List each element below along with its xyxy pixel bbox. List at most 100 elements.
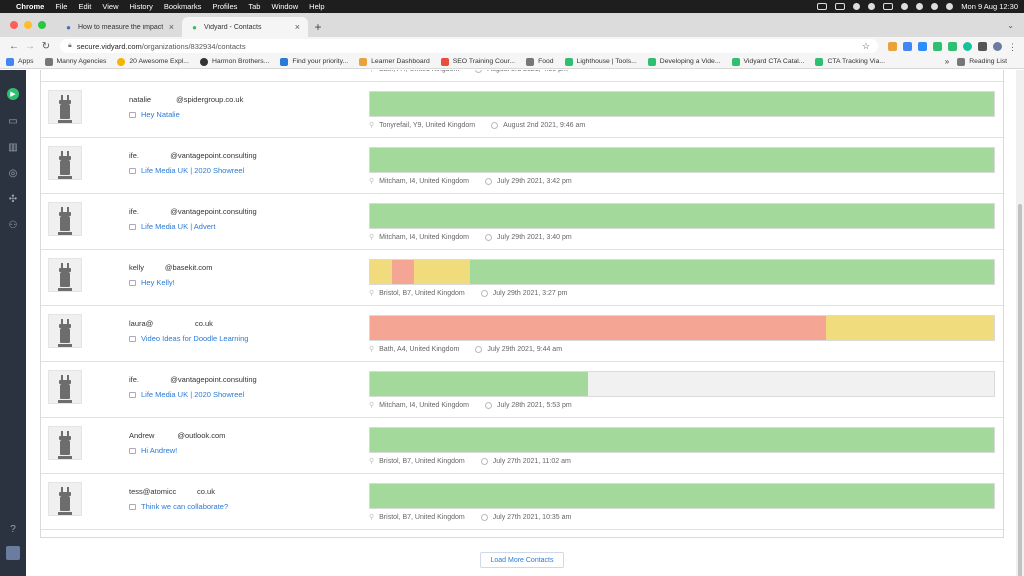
bookmark-item[interactable]: Food	[526, 57, 554, 66]
contact-row[interactable]: ife. @vantagepoint.consulting Life Media …	[41, 138, 1003, 194]
load-more-contacts-button[interactable]: Load More Contacts	[480, 552, 564, 568]
bookmark-item[interactable]: 20 Awesome Expl...	[117, 57, 189, 66]
menubar-clock[interactable]: Mon 9 Aug 12:30	[961, 2, 1018, 11]
bookmark-item[interactable]: Lighthouse | Tools...	[564, 57, 637, 66]
menu-view[interactable]: View	[102, 2, 118, 11]
video-link[interactable]: Video Ideas for Doodle Learning	[129, 334, 248, 343]
integrations-icon[interactable]: ✣	[6, 192, 20, 206]
bookmark-apps[interactable]: Apps	[6, 57, 34, 66]
menu-file[interactable]: File	[55, 2, 67, 11]
contact-email[interactable]: ife. @vantagepoint.consulting	[129, 151, 257, 160]
contact-row[interactable]: laura@ co.uk Video Ideas for Doodle Learn…	[41, 306, 1003, 362]
video-link[interactable]: Hey Kelly!	[129, 278, 175, 287]
vidyard-logo-icon[interactable]: ▶	[7, 88, 19, 100]
more-bookmarks-button[interactable]: »	[945, 57, 949, 66]
contact-row[interactable]: tess@atomicc co.uk Think we can collabora…	[41, 474, 1003, 530]
close-tab-icon[interactable]: ×	[169, 22, 174, 32]
extension-icon[interactable]	[903, 41, 912, 51]
video-title[interactable]: Life Media UK | 2020 Showreel	[141, 166, 244, 175]
wifi-icon[interactable]	[901, 3, 909, 10]
close-window-button[interactable]	[10, 21, 18, 29]
help-icon[interactable]: ?	[6, 522, 20, 536]
menu-edit[interactable]: Edit	[78, 2, 91, 11]
contact-email[interactable]: ife. @vantagepoint.consulting	[129, 207, 257, 216]
extension-icon[interactable]	[888, 41, 897, 51]
video-title[interactable]: Think we can collaborate?	[141, 502, 228, 511]
reading-list-button[interactable]: Reading List	[957, 57, 1007, 66]
videos-icon[interactable]: ▭	[6, 114, 20, 128]
vidyard-extension-icon[interactable]	[933, 41, 942, 51]
fingerprint-icon[interactable]: ◎	[6, 166, 20, 180]
bookmark-item[interactable]: Developing a Vide...	[647, 57, 721, 66]
camera-icon[interactable]	[835, 3, 846, 10]
lock-icon[interactable]: 🔒︎	[68, 42, 72, 50]
extensions-puzzle-icon[interactable]	[978, 41, 987, 51]
page-scrollbar[interactable]	[1016, 70, 1024, 576]
menu-profiles[interactable]: Profiles	[212, 2, 237, 11]
contact-row[interactable]: natalie @spidergroup.co.uk Hey Natalie ⚲ To…	[41, 82, 1003, 138]
address-bar[interactable]: 🔒︎ secure.vidyard.com /organizations/832…	[60, 39, 878, 53]
menu-history[interactable]: History	[130, 2, 153, 11]
contact-email[interactable]: laura@ co.uk	[129, 319, 213, 328]
video-link[interactable]: Life Media UK | 2020 Showreel	[129, 390, 244, 399]
team-icon[interactable]: ⚇	[6, 218, 20, 232]
grammarly-icon[interactable]	[963, 41, 972, 51]
bookmark-item[interactable]: Find your priority...	[280, 57, 348, 66]
forward-button[interactable]: →	[22, 41, 38, 52]
user-icon[interactable]	[931, 3, 939, 10]
video-link[interactable]: Hi Andrew!	[129, 446, 177, 455]
analytics-icon[interactable]: ▥	[6, 140, 20, 154]
bookmark-item[interactable]: Harmon Brothers...	[199, 57, 269, 66]
user-avatar[interactable]	[6, 546, 20, 560]
video-link[interactable]: Think we can collaborate?	[129, 502, 228, 511]
bookmark-item[interactable]: Manny Agencies	[44, 57, 106, 66]
more-menu-icon[interactable]: ⋮	[1008, 42, 1017, 52]
status-icon[interactable]	[853, 3, 861, 10]
close-tab-icon[interactable]: ×	[295, 22, 300, 32]
contact-email[interactable]: tess@atomicc co.uk	[129, 487, 215, 496]
contact-email[interactable]: ife. @vantagepoint.consulting	[129, 375, 257, 384]
menu-app-name[interactable]: Chrome	[16, 2, 44, 11]
video-title[interactable]: Life Media UK | 2020 Showreel	[141, 390, 244, 399]
video-link[interactable]: Life Media UK | 2020 Showreel	[129, 166, 244, 175]
bookmark-item[interactable]: CTA Tracking Via...	[815, 57, 885, 66]
tab-measure-impact[interactable]: ● How to measure the impact of ×	[56, 17, 182, 37]
screen-icon[interactable]	[817, 3, 828, 10]
contact-row[interactable]: ife. @vantagepoint.consulting Life Media …	[41, 362, 1003, 418]
zoom-extension-icon[interactable]	[918, 41, 927, 51]
contact-email[interactable]: natalie @spidergroup.co.uk	[129, 95, 243, 104]
menu-window[interactable]: Window	[271, 2, 298, 11]
contact-row[interactable]: Andrew @outlook.com Hi Andrew! ⚲ Bristol, B…	[41, 418, 1003, 474]
menu-bookmarks[interactable]: Bookmarks	[164, 2, 202, 11]
search-icon[interactable]	[916, 3, 924, 10]
contact-email[interactable]: Andrew @outlook.com	[129, 431, 225, 440]
profile-avatar[interactable]	[993, 41, 1002, 51]
back-button[interactable]: ←	[6, 41, 22, 52]
vidyard-extension-icon[interactable]	[948, 41, 957, 51]
video-title[interactable]: Hey Natalie	[141, 110, 180, 119]
contact-email[interactable]: kelly @basekit.com	[129, 263, 212, 272]
video-link[interactable]: Hey Natalie	[129, 110, 180, 119]
bookmark-item[interactable]: Learner Dashboard	[359, 57, 430, 66]
video-title[interactable]: Life Media UK | Advert	[141, 222, 215, 231]
new-tab-button[interactable]: +	[308, 17, 328, 37]
contact-row[interactable]: ⚲ Bath, A4, United Kingdom August 3rd 2021…	[41, 70, 1003, 82]
video-title[interactable]: Hey Kelly!	[141, 278, 175, 287]
zoom-window-button[interactable]	[38, 21, 46, 29]
tab-search-icon[interactable]: ⌄	[1007, 13, 1014, 37]
scrollbar-thumb[interactable]	[1018, 204, 1022, 576]
minimize-window-button[interactable]	[24, 21, 32, 29]
video-title[interactable]: Hi Andrew!	[141, 446, 177, 455]
bookmark-star-icon[interactable]: ☆	[862, 41, 870, 52]
reload-button[interactable]: ↻	[38, 41, 54, 52]
bookmark-item[interactable]: Vidyard CTA Catal...	[731, 57, 804, 66]
bluetooth-icon[interactable]	[868, 3, 876, 10]
video-title[interactable]: Video Ideas for Doodle Learning	[141, 334, 248, 343]
video-link[interactable]: Life Media UK | Advert	[129, 222, 215, 231]
tab-vidyard-contacts[interactable]: ● Vidyard - Contacts ×	[182, 17, 308, 37]
contact-row[interactable]: ife. @vantagepoint.consulting Life Media …	[41, 194, 1003, 250]
battery-icon[interactable]	[883, 3, 894, 10]
menu-help[interactable]: Help	[309, 2, 324, 11]
control-center-icon[interactable]	[946, 3, 954, 10]
bookmark-item[interactable]: SEO Training Cour...	[440, 57, 515, 66]
